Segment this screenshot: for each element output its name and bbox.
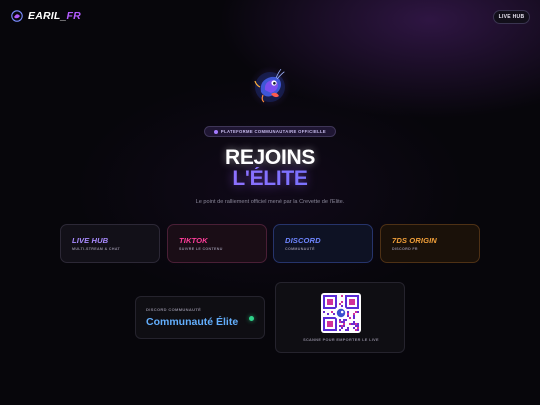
brand-name-part1: EARIL_ [28, 10, 67, 22]
qr-code[interactable] [321, 293, 361, 333]
qr-caption: SCANNE POUR EMPORTER LE LIVE [303, 338, 379, 342]
badge-dot-icon [213, 129, 218, 134]
top-header: EARIL_FR LIVE HUB [0, 0, 540, 34]
card-discord-title: DISCORD [285, 236, 321, 245]
shrimp-logo-icon [11, 10, 23, 22]
badge-text: PLATEFORME COMMUNAUTAIRE OFFICIELLE [220, 129, 327, 134]
card-7ds-origin-title: 7DS ORIGIN [392, 236, 437, 245]
card-discord[interactable]: DISCORD COMMUNAUTÉ [273, 224, 373, 263]
live-hub-button[interactable]: LIVE HUB [493, 10, 530, 24]
card-live-hub-title: LIVE HUB [72, 236, 109, 245]
card-7ds-origin-subtitle: DISCORD FR [392, 247, 418, 251]
online-status-indicator [249, 316, 254, 321]
card-live-hub-subtitle: MULTI-STREAM & CHAT [72, 247, 121, 251]
card-discord-subtitle: COMMUNAUTÉ [285, 247, 315, 251]
brand-name: EARIL_FR [28, 10, 81, 22]
card-tiktok[interactable]: TIKTOK SUIVRE LE CONTENU [167, 224, 267, 263]
platform-cards: LIVE HUB MULTI-STREAM & CHAT TIKTOK SUIV… [60, 224, 480, 263]
community-title: Communauté Élite [146, 316, 239, 328]
qr-code-card: SCANNE POUR EMPORTER LE LIVE [275, 282, 405, 353]
card-live-hub[interactable]: LIVE HUB MULTI-STREAM & CHAT [60, 224, 160, 263]
hero-title-line2: L'ÉLITE [0, 167, 540, 191]
hero-subtitle: Le point de ralliement officiel mené par… [195, 199, 345, 205]
official-platform-badge: PLATEFORME COMMUNAUTAIRE OFFICIELLE [204, 126, 336, 137]
shrimp-mascot-icon [249, 66, 291, 108]
brand-name-part2: FR [66, 10, 81, 22]
brand-logo[interactable]: EARIL_FR [11, 10, 81, 22]
card-7ds-origin[interactable]: 7DS ORIGIN DISCORD FR [380, 224, 480, 263]
discord-community-card[interactable]: DISCORD COMMUNAUTÉ Communauté Élite [135, 296, 265, 339]
qr-code-image [323, 295, 359, 331]
community-label: DISCORD COMMUNAUTÉ [146, 307, 202, 312]
card-tiktok-subtitle: SUIVRE LE CONTENU [179, 247, 223, 251]
qr-center-logo-icon [336, 308, 346, 318]
card-tiktok-title: TIKTOK [179, 236, 208, 245]
